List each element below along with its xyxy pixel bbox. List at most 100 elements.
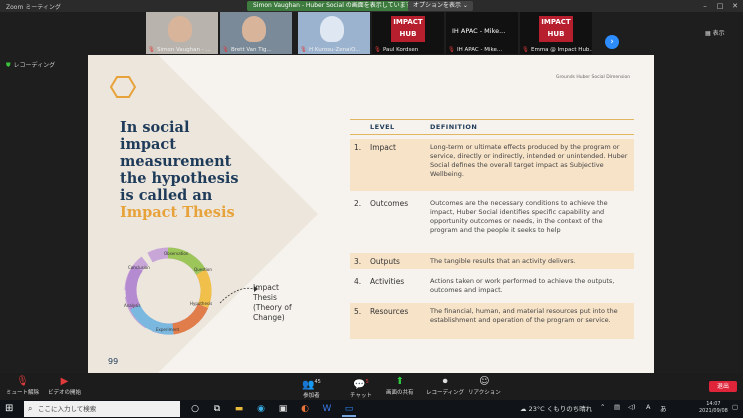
cycle-label: Hypothesis xyxy=(190,301,212,306)
unmute-button[interactable]: 🎙 ミュート解除 xyxy=(6,376,39,396)
participant-name: 🎙 Emma @ Impact Hub... xyxy=(522,47,592,53)
share-screen-label: 画面の共有 xyxy=(386,390,414,396)
row-number: 2. xyxy=(354,199,362,208)
participant-tile[interactable]: 🎙 Brett Van Tig... xyxy=(220,12,292,54)
participant-name: 🎙 Brett Van Tig... xyxy=(222,47,272,53)
chat-button[interactable]: 💬5 チャット xyxy=(350,376,372,399)
ime-indicator[interactable]: A xyxy=(646,403,650,411)
participants-icon: 👥45 xyxy=(302,379,321,391)
windows-start-icon[interactable]: ⊞ xyxy=(5,403,13,414)
participant-tile[interactable]: 🎙 H Kurosu-ZenaiO... xyxy=(298,12,370,54)
minimize-icon[interactable]: – xyxy=(698,1,712,11)
row-definition: Actions taken or work performed to achie… xyxy=(430,277,615,294)
task-switch-icon[interactable]: ⧉ xyxy=(210,403,224,415)
annotation-line: Impact xyxy=(253,283,279,292)
task-view-icon[interactable]: ○ xyxy=(188,403,202,415)
annotation-line: (Theory of xyxy=(253,303,292,312)
participant-tile[interactable]: 🎙 Simon Vaughan - ... xyxy=(146,12,218,54)
weather-widget[interactable]: ☁ 23°C くもりのち晴れ xyxy=(520,403,592,413)
window-titlebar: Zoom ミーティング Simon Vaughan - Huber Social… xyxy=(0,0,743,12)
leave-button[interactable]: 退出 xyxy=(709,381,737,392)
file-explorer-icon[interactable]: ▬ xyxy=(232,403,246,415)
shield-icon: ⛊ xyxy=(6,62,11,69)
headline-line: the hypothesis xyxy=(120,170,239,187)
impact-hub-logo: IMPACT HUB xyxy=(391,16,425,42)
row-level: Outputs xyxy=(370,257,400,266)
slide-brand: Grounds Huber Social Dimension xyxy=(556,75,631,80)
zoom-taskbar-icon[interactable]: ▭ xyxy=(342,403,356,417)
meeting-info-label: レコーディング xyxy=(13,62,56,69)
meeting-toolbar: 🎙 ミュート解除 ▶ ビデオの開始 👥45 参加者 💬5 チャット ⬆ 画面の共… xyxy=(0,373,743,400)
tray-chevron-icon[interactable]: ⌃ xyxy=(600,403,605,411)
cycle-label: Analysis xyxy=(124,303,140,308)
next-page-icon[interactable]: › xyxy=(605,35,619,49)
slide-headline: In social impact measurement the hypothe… xyxy=(120,119,260,221)
record-button[interactable]: ⏺ レコーディング xyxy=(426,376,464,396)
chat-label: チャット xyxy=(350,393,372,400)
row-number: 4. xyxy=(354,277,362,286)
headline-line: measurement xyxy=(120,153,232,170)
participant-name-text: IH APAC - Mike... xyxy=(456,47,503,53)
headline-line: impact xyxy=(120,136,176,153)
table-row: 2. Outcomes Outcomes are the necessary con… xyxy=(350,195,634,249)
quote-mark-icon: 99 xyxy=(108,357,119,366)
reactions-label: リアクション xyxy=(468,390,501,396)
windows-taskbar: ⊞ ⌕ ここに入力して検索 ○ ⧉ ▬ ◉ ▣ ◐ W ▭ ☁ 23°C くもり… xyxy=(0,400,743,418)
table-row: 4. Activities Actions taken or work perfor… xyxy=(350,273,634,299)
share-screen-button[interactable]: ⬆ 画面の共有 xyxy=(386,376,414,396)
row-definition: Outcomes are the necessary conditions to… xyxy=(430,199,608,234)
headline-line: In social xyxy=(120,119,190,136)
taskbar-search-input[interactable]: ⌕ ここに入力して検索 xyxy=(24,401,180,417)
language-icon[interactable]: あ xyxy=(660,403,667,413)
microphone-muted-icon: 🎙 xyxy=(448,47,455,53)
video-feed xyxy=(168,16,192,42)
firefox-icon[interactable]: ◐ xyxy=(298,403,312,415)
gallery-view-label: 表示 xyxy=(712,30,725,37)
taskbar-clock[interactable]: 14:07 2021/09/08 xyxy=(699,401,728,415)
headline-highlight: Impact Thesis xyxy=(120,204,235,221)
clock-time: 14:07 xyxy=(706,401,721,407)
participants-button[interactable]: 👥45 参加者 xyxy=(302,376,321,399)
participant-count: 45 xyxy=(314,379,321,385)
microphone-muted-icon: 🎙 xyxy=(300,47,307,53)
word-icon[interactable]: W xyxy=(320,403,334,415)
row-definition: The financial, human, and material resou… xyxy=(430,307,618,324)
meeting-info[interactable]: ⛊ レコーディング xyxy=(6,60,55,70)
record-label: レコーディング xyxy=(426,390,465,396)
row-number: 1. xyxy=(354,143,362,152)
microphone-muted-icon: 🎙 xyxy=(374,47,381,53)
participant-tile[interactable]: IMPACT HUB 🎙 Emma @ Impact Hub... xyxy=(520,12,592,54)
participant-name: 🎙 Simon Vaughan - ... xyxy=(148,47,211,53)
arrow-icon xyxy=(219,286,258,304)
app-title: Zoom ミーティング xyxy=(6,4,61,11)
participant-display-name: IH APAC - Mike... xyxy=(452,27,506,35)
participant-name-text: Brett Van Tig... xyxy=(230,47,272,53)
row-level: Impact xyxy=(370,143,396,152)
video-feed xyxy=(320,16,344,42)
edge-browser-icon[interactable]: ◉ xyxy=(254,403,268,415)
gallery-view-button[interactable]: ▦ 表示 xyxy=(705,28,725,37)
table-row: 1. Impact Long-term or ultimate effects pr… xyxy=(350,139,634,191)
volume-icon[interactable]: ◁) xyxy=(628,403,636,411)
search-placeholder: ここに入力して検索 xyxy=(38,405,97,413)
participants-label: 参加者 xyxy=(303,393,320,400)
network-icon[interactable]: ▤ xyxy=(614,403,620,411)
participant-name-text: Paul Kordsen xyxy=(382,47,419,53)
start-video-button[interactable]: ▶ ビデオの開始 xyxy=(48,376,81,396)
view-options-button[interactable]: オプションを表示 ⌄ xyxy=(408,1,473,11)
row-definition: The tangible results that an activity de… xyxy=(430,257,576,265)
annotation-line: Change) xyxy=(253,313,285,322)
clock-date: 2021/09/08 xyxy=(699,408,728,414)
maximize-icon[interactable]: □ xyxy=(713,1,727,11)
table-row: 5. Resources The financial, human, and mat… xyxy=(350,303,634,339)
cycle-label: Observation xyxy=(164,251,189,256)
notifications-icon[interactable]: ▢ xyxy=(732,403,738,411)
participant-tile[interactable]: IH APAC - Mike... 🎙 IH APAC - Mike... xyxy=(446,12,518,54)
close-icon[interactable]: ✕ xyxy=(728,1,742,11)
microphone-muted-icon: 🎙 xyxy=(222,47,229,53)
cycle-label: Question xyxy=(194,267,212,272)
participant-tile[interactable]: IMPACT HUB 🎙 Paul Kordsen xyxy=(372,12,444,54)
microphone-muted-icon: 🎙 xyxy=(522,47,529,53)
reactions-button[interactable]: ☺ リアクション xyxy=(468,376,501,396)
store-icon[interactable]: ▣ xyxy=(276,403,290,415)
